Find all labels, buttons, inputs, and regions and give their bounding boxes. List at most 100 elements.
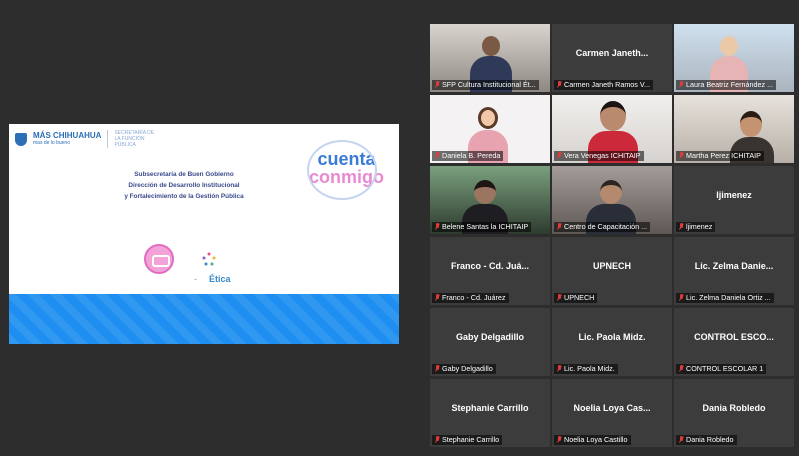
participant-label-text: Vera Venegas ICHITAIP (564, 151, 641, 160)
participant-name: Gaby Delgadillo (455, 332, 524, 342)
participant-tile[interactable]: UPNECH UPNECH (552, 237, 672, 305)
mic-off-icon (678, 81, 684, 89)
mic-off-icon (434, 436, 440, 444)
participant-label-text: Laura Beatriz Fernández ... (686, 80, 774, 89)
participant-label-text: Noelia Loya Castillo (564, 435, 628, 444)
mic-off-icon (556, 294, 562, 302)
participant-label-text: UPNECH (564, 293, 595, 302)
participant-name: Franco - Cd. Juá... (450, 261, 529, 271)
participant-tile[interactable]: Belene Santas la ICHITAIP (430, 166, 550, 234)
slide-header-logos: MÁS CHIHUAHUA mas de lo bueno SECRETARÍA… (15, 130, 159, 148)
participant-name: UPNECH (592, 261, 631, 271)
logo-divider (107, 130, 109, 148)
mic-off-icon (678, 365, 684, 373)
logo-sub: mas de lo bueno (33, 140, 70, 146)
participant-tile[interactable]: Dania Robledo Dania Robledo (674, 379, 794, 447)
participant-label: Vera Venegas ICHITAIP (554, 151, 644, 161)
slide-line-1: Subsecretaría de Buen Gobierno (134, 171, 234, 178)
participant-label-text: Dania Robledo (686, 435, 734, 444)
participant-label: Lic. Paola Midz. (554, 364, 618, 374)
participant-label: UPNECH (554, 293, 598, 303)
etica-dash: - (194, 274, 197, 284)
mic-off-icon (434, 294, 440, 302)
participant-label-text: CONTROL ESCOLAR 1 (686, 364, 764, 373)
mic-off-icon (434, 223, 440, 231)
person-head (474, 180, 496, 204)
participant-label-text: SFP Cultura Institucional Ét... (442, 80, 536, 89)
chihuahua-shield-logo (15, 132, 27, 146)
logo-secretaria: SECRETARÍA DE LA FUNCIÓN PÚBLICA (114, 130, 155, 148)
participant-label: SFP Cultura Institucional Ét... (432, 80, 539, 90)
mic-off-icon (556, 365, 562, 373)
mic-off-icon (556, 81, 562, 89)
participant-name: Noelia Loya Cas... (573, 403, 651, 413)
participant-label-text: Stephanie Carrillo (442, 435, 500, 444)
mic-off-icon (678, 223, 684, 231)
cuenta-conmigo-logo: cuenta conmigo (299, 140, 394, 200)
participant-label-text: Daniela B. Pereda (442, 151, 501, 160)
participant-label: Martha Perez ICHITAIP (676, 151, 764, 161)
mic-off-icon (556, 223, 562, 231)
etica-star-icon (202, 252, 216, 266)
mic-off-icon (434, 81, 440, 89)
participant-label: Gaby Delgadillo (432, 364, 496, 374)
mic-off-icon (678, 294, 684, 302)
person-head (600, 180, 622, 204)
participant-name: Lic. Paola Midz. (578, 332, 646, 342)
participant-name: Dania Robledo (702, 403, 766, 413)
participant-tile[interactable]: CONTROL ESCO... CONTROL ESCOLAR 1 (674, 308, 794, 376)
participant-label-text: Franco - Cd. Juárez (442, 293, 506, 302)
mic-off-icon (434, 152, 440, 160)
mic-off-icon (678, 152, 684, 160)
pink-badge-icon (144, 244, 174, 274)
participant-label: Carmen Janeth Ramos V... (554, 80, 654, 90)
participant-label-text: Belene Santas la ICHITAIP (442, 222, 529, 231)
slide-title-block: Subsecretaría de Buen Gobierno Dirección… (89, 169, 279, 202)
person-head (600, 101, 626, 131)
participant-label: ljimenez (676, 222, 716, 232)
logo-text-block: MÁS CHIHUAHUA mas de lo bueno (33, 132, 101, 147)
participant-tile[interactable]: Lic. Zelma Danie... Lic. Zelma Daniela O… (674, 237, 794, 305)
mic-off-icon (556, 436, 562, 444)
mic-off-icon (556, 152, 562, 160)
participant-label: Dania Robledo (676, 435, 737, 445)
participant-tile[interactable]: Vera Venegas ICHITAIP (552, 95, 672, 163)
shared-screen-slide: MÁS CHIHUAHUA mas de lo bueno SECRETARÍA… (9, 124, 399, 344)
logo-arc (307, 140, 377, 200)
participant-label: Stephanie Carrillo (432, 435, 503, 445)
participant-name: Stephanie Carrillo (451, 403, 529, 413)
participant-label-text: Carmen Janeth Ramos V... (564, 80, 651, 89)
participant-tile[interactable]: Franco - Cd. Juá... Franco - Cd. Juárez (430, 237, 550, 305)
participant-label: Centro de Capacitación ... (554, 222, 651, 232)
participant-tile[interactable]: SFP Cultura Institucional Ét... (430, 24, 550, 92)
participant-tile[interactable]: Martha Perez ICHITAIP (674, 95, 794, 163)
participant-label-text: ljimenez (686, 222, 713, 231)
participant-label: Franco - Cd. Juárez (432, 293, 509, 303)
participant-label: Belene Santas la ICHITAIP (432, 222, 532, 232)
participant-label: Daniela B. Pereda (432, 151, 504, 161)
participant-label: Noelia Loya Castillo (554, 435, 631, 445)
participant-tile[interactable]: Gaby Delgadillo Gaby Delgadillo (430, 308, 550, 376)
participant-tile[interactable]: Stephanie Carrillo Stephanie Carrillo (430, 379, 550, 447)
slide-line-3: y Fortalecimiento de la Gestión Pública (124, 193, 244, 200)
participant-label-text: Centro de Capacitación ... (564, 222, 648, 231)
participant-name: Lic. Zelma Danie... (694, 261, 774, 271)
person-head (740, 111, 762, 137)
participant-tile[interactable]: Lic. Paola Midz. Lic. Paola Midz. (552, 308, 672, 376)
participant-tile[interactable]: Centro de Capacitación ... (552, 166, 672, 234)
participant-tile[interactable]: ljimenez ljimenez (674, 166, 794, 234)
participant-tile[interactable]: Noelia Loya Cas... Noelia Loya Castillo (552, 379, 672, 447)
participant-label: Laura Beatriz Fernández ... (676, 80, 777, 90)
person-head (482, 36, 500, 56)
mic-off-icon (434, 365, 440, 373)
participant-label: CONTROL ESCOLAR 1 (676, 364, 767, 374)
participant-label-text: Lic. Paola Midz. (564, 364, 615, 373)
participant-name: ljimenez (716, 190, 752, 200)
participant-label-text: Gaby Delgadillo (442, 364, 493, 373)
participant-tile[interactable]: Laura Beatriz Fernández ... (674, 24, 794, 92)
participant-tile[interactable]: Daniela B. Pereda (430, 95, 550, 163)
slide-blue-band (9, 294, 399, 344)
slide-line-2: Dirección de Desarrollo Institucional (128, 182, 240, 189)
participant-name: Carmen Janeth... (575, 48, 649, 58)
participant-tile[interactable]: Carmen Janeth... Carmen Janeth Ramos V..… (552, 24, 672, 92)
